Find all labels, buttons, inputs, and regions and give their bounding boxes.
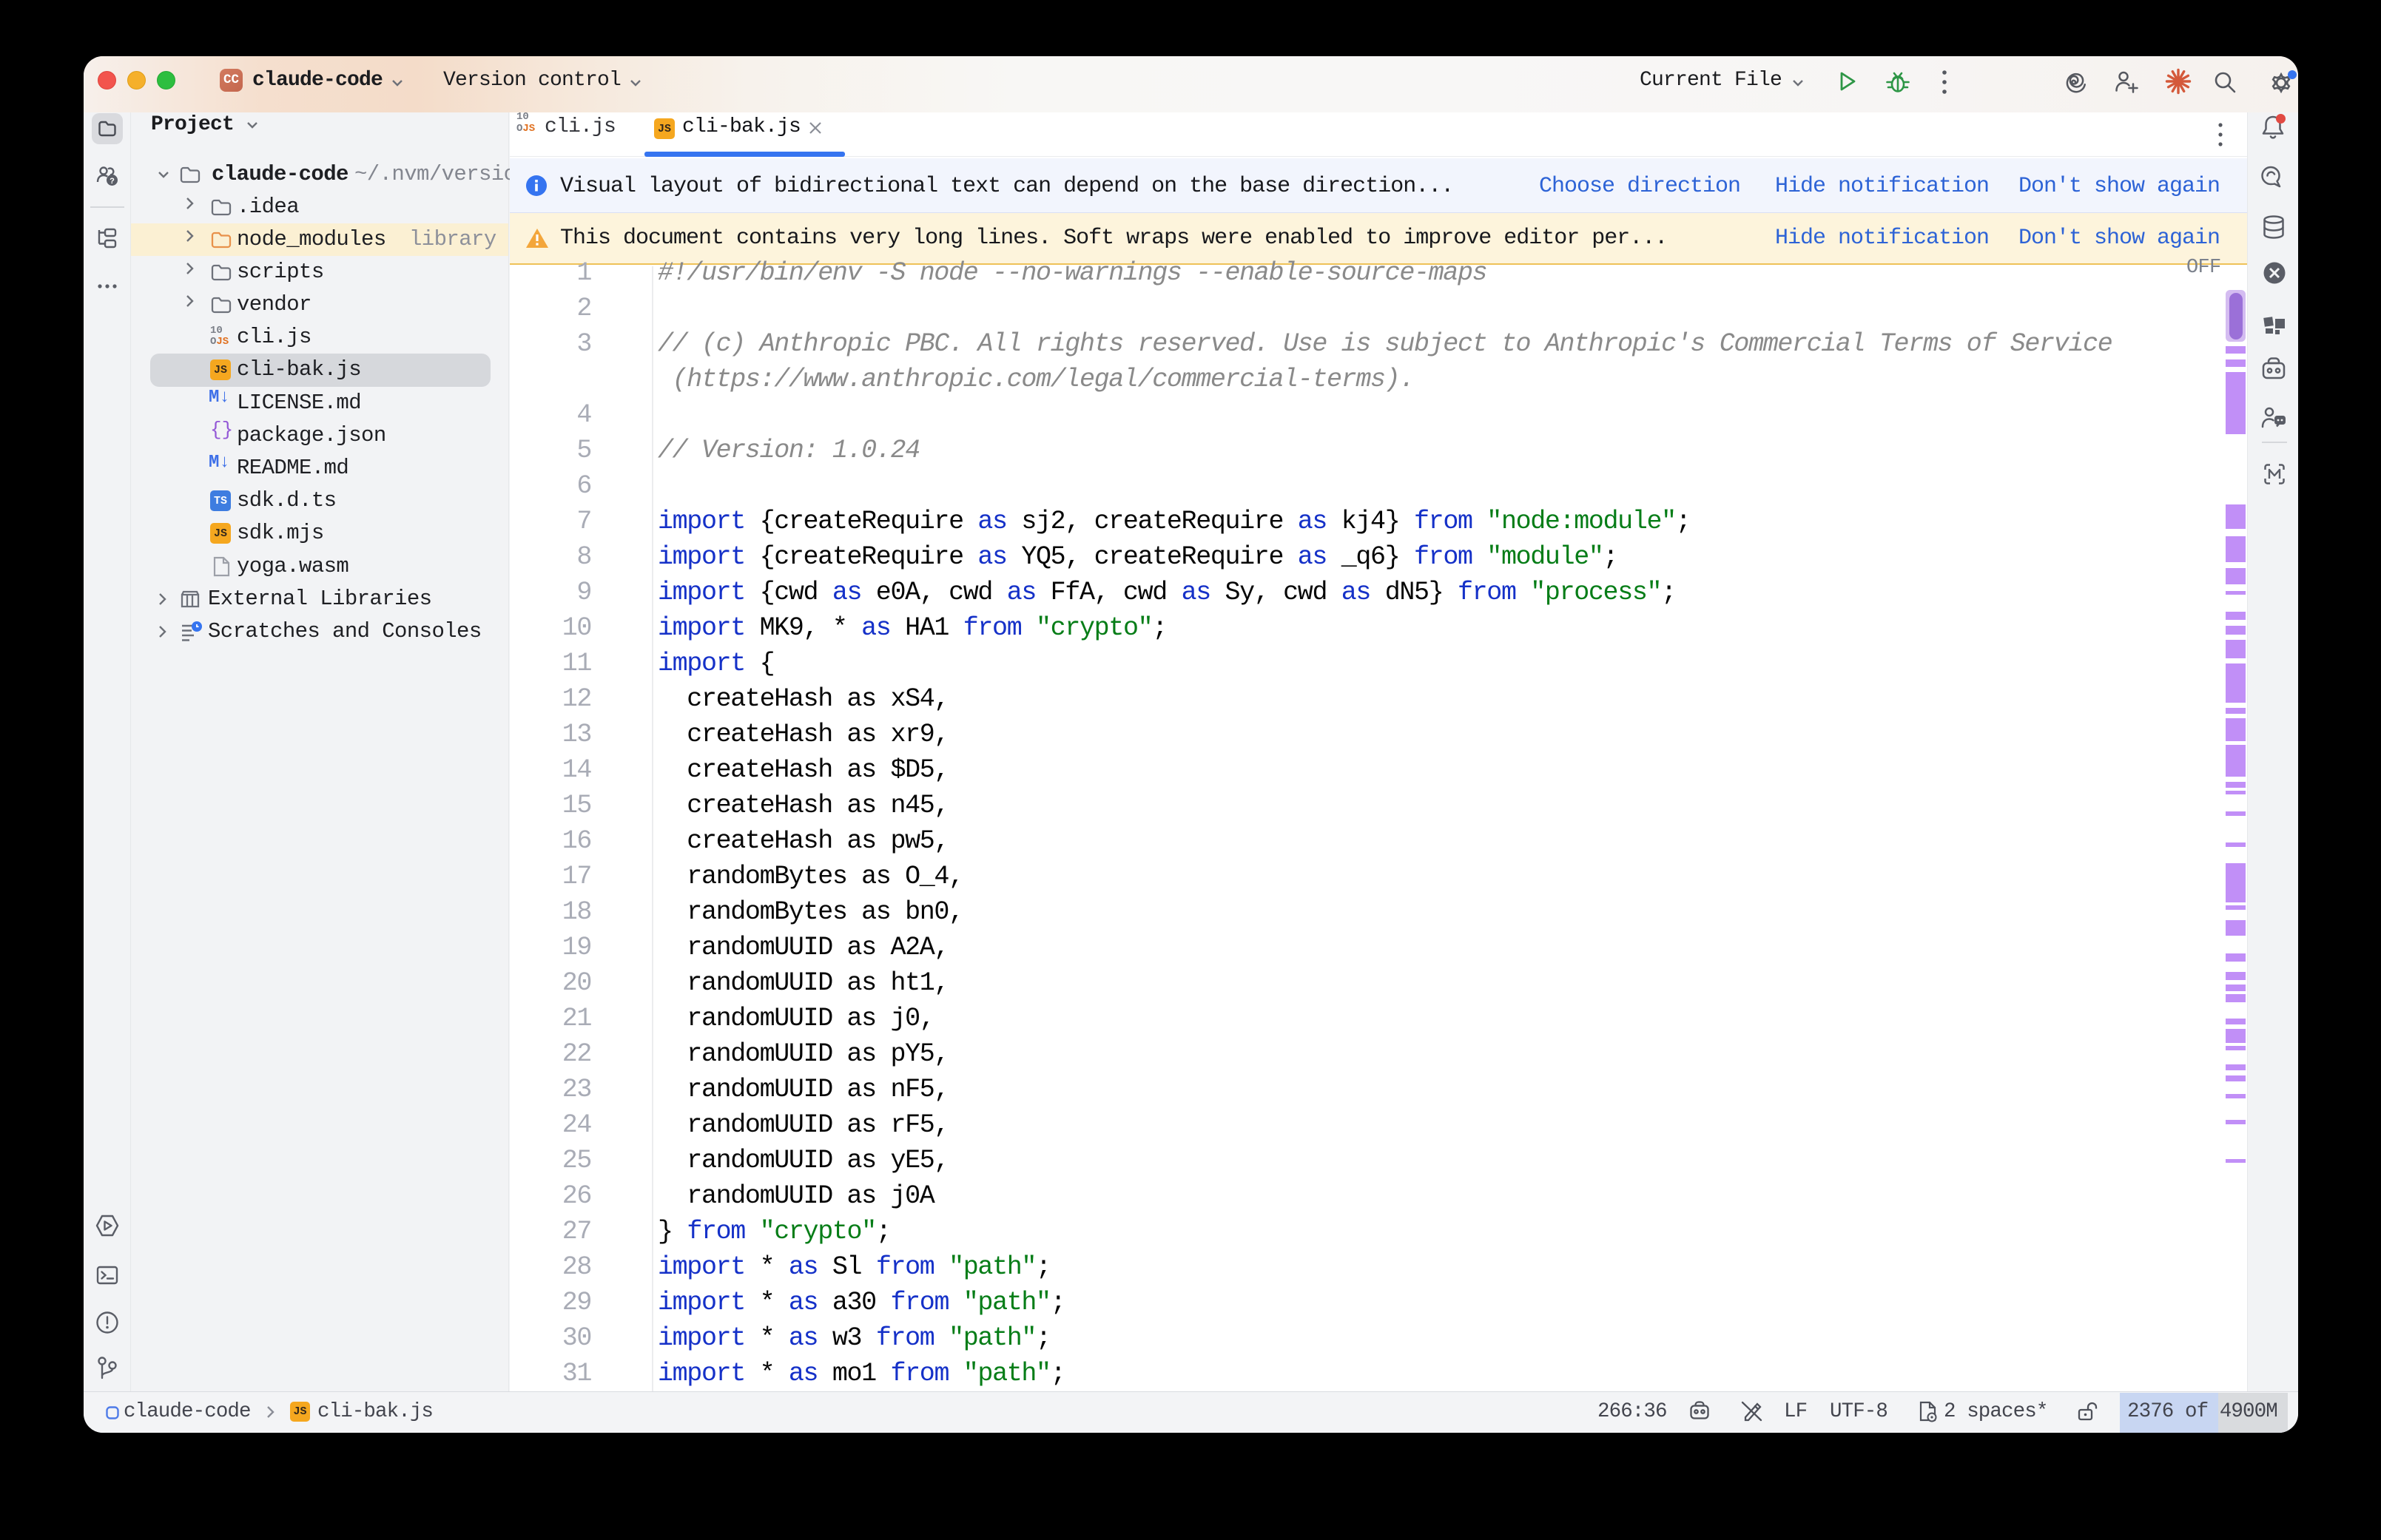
svg-text:?: ? <box>110 178 115 186</box>
